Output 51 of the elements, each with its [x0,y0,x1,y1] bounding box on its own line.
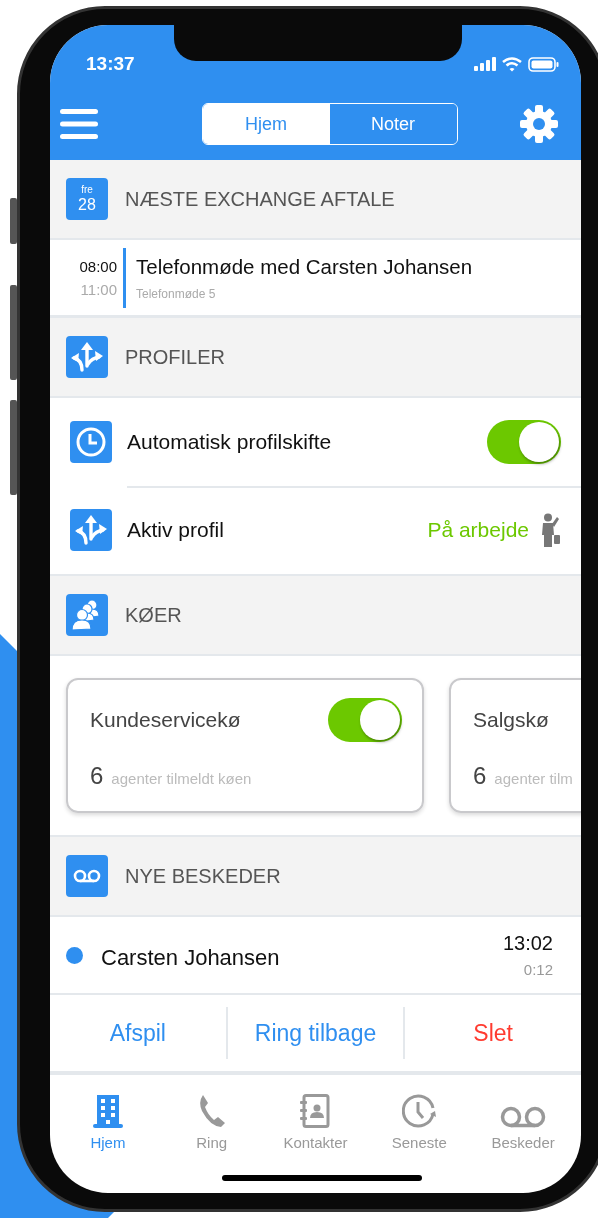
voicemail-icon [499,1106,548,1128]
tab-bar-item[interactable]: Beskeder [471,1087,575,1151]
building-icon [90,1094,125,1128]
agent-count: 6 [90,762,104,790]
end-time: 11:00 [80,280,117,298]
caller-name[interactable]: Carsten Johansen [101,944,503,971]
toggle-switch[interactable] [487,420,561,464]
phone-icon [197,1094,226,1128]
toggle-switch[interactable] [328,698,402,742]
voicemail-icon [66,855,108,897]
signal-icon [474,57,496,71]
appointment-title[interactable]: Telefonmøde med Carsten Johansen [136,254,473,279]
start-time: 08:00 [79,257,117,275]
split-arrows-icon [70,509,112,551]
action-button[interactable]: Afspil [50,1007,226,1059]
appointment-subtitle: Telefonmøde 5 [136,286,217,301]
split-arrows-icon [66,336,108,378]
section-title: NÆSTE EXCHANGE AFTALE [125,187,395,211]
action-button[interactable]: Ring tilbage [225,1007,404,1059]
tab-bar-item[interactable]: Seneste [367,1087,472,1151]
people-icon [66,594,108,636]
setting-label: Automatisk profilskifte [127,430,333,454]
setting-label: Aktiv profil [127,518,225,542]
settings-icon[interactable] [519,104,559,144]
wifi-icon [502,56,522,72]
agent-caption: agenter tilmeldt køen [111,770,252,787]
battery-icon [528,56,559,72]
clock-icon [402,1094,437,1128]
section-title: KØER [125,603,182,627]
queue-card[interactable]: Kundeservicekø 6 agenter tilmeldt køen [66,678,424,813]
message-time: 13:02 [502,932,553,955]
queue-card[interactable]: Salgskø 6 agenter tilm [449,678,581,813]
agent-caption: agenter tilm [494,770,573,787]
date-badge: fre 28 [66,178,108,220]
tab-bar-item[interactable]: Hjem [56,1087,160,1151]
clock-icon [70,421,112,463]
action-button[interactable]: Slet [403,1007,581,1059]
businessman-icon [541,513,561,547]
profile-value[interactable]: På arbejde [427,518,529,542]
menu-icon[interactable] [60,109,98,139]
contact-book-icon [300,1094,331,1128]
tab-bar-item[interactable]: Ring [159,1087,264,1151]
section-title: NYE BESKEDER [125,864,281,888]
segment-tab[interactable]: Hjem [202,104,330,144]
section-title: PROFILER [125,345,226,369]
agent-count: 6 [473,762,487,790]
queue-name: Kundeservicekø [90,708,241,732]
message-duration: 0:12 [523,961,553,978]
tab-bar-item[interactable]: Kontakter [263,1087,368,1151]
status-time: 13:37 [86,53,135,75]
queue-name: Salgskø [473,708,549,732]
